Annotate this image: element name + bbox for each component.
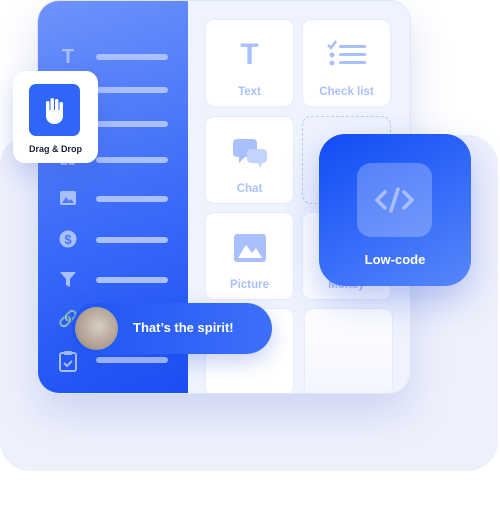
sidebar-line xyxy=(96,277,168,283)
drag-drop-card[interactable]: Drag & Drop xyxy=(13,71,98,163)
text-icon: T xyxy=(240,38,259,71)
sidebar-line xyxy=(96,357,168,363)
sidebar-item-filter[interactable] xyxy=(38,270,188,290)
svg-text:$: $ xyxy=(64,232,72,247)
filter-icon xyxy=(58,270,78,290)
low-code-card[interactable]: Low-code xyxy=(319,134,471,286)
tile-label: Text xyxy=(238,86,261,98)
tile-empty[interactable] xyxy=(304,308,393,393)
dollar-icon: $ xyxy=(58,230,78,250)
sidebar-line xyxy=(96,121,168,127)
picture-icon xyxy=(206,233,293,263)
clipboard-icon xyxy=(58,350,78,372)
tile-text[interactable]: T Text xyxy=(205,19,294,107)
sidebar-line xyxy=(96,87,168,93)
chat-icon xyxy=(206,137,293,168)
drag-drop-label: Drag & Drop xyxy=(28,144,82,154)
tile-label: Chat xyxy=(236,183,263,195)
sidebar-item-image[interactable] xyxy=(38,189,188,209)
text-icon: T xyxy=(61,46,75,68)
chat-text: That’s the spirit! xyxy=(133,320,234,335)
sidebar-line xyxy=(96,157,168,163)
chat-bubble: That’s the spirit! xyxy=(72,303,272,354)
tile-label: Picture xyxy=(230,279,269,291)
code-icon xyxy=(357,163,432,237)
sidebar-line xyxy=(96,196,168,202)
sidebar-line xyxy=(96,54,168,60)
tile-picture[interactable]: Picture xyxy=(205,212,294,300)
checklist-icon xyxy=(303,40,390,70)
sidebar-item-text[interactable]: T xyxy=(38,47,188,67)
avatar xyxy=(75,307,118,350)
hand-icon xyxy=(29,84,80,136)
tile-chat[interactable]: Chat xyxy=(205,116,294,204)
low-code-label: Low-code xyxy=(364,252,426,267)
sidebar-item-dollar[interactable]: $ xyxy=(38,230,188,250)
sidebar-line xyxy=(96,237,168,243)
image-icon xyxy=(58,189,78,209)
tile-label: Check list xyxy=(319,86,374,98)
tile-check-list[interactable]: Check list xyxy=(302,19,391,107)
